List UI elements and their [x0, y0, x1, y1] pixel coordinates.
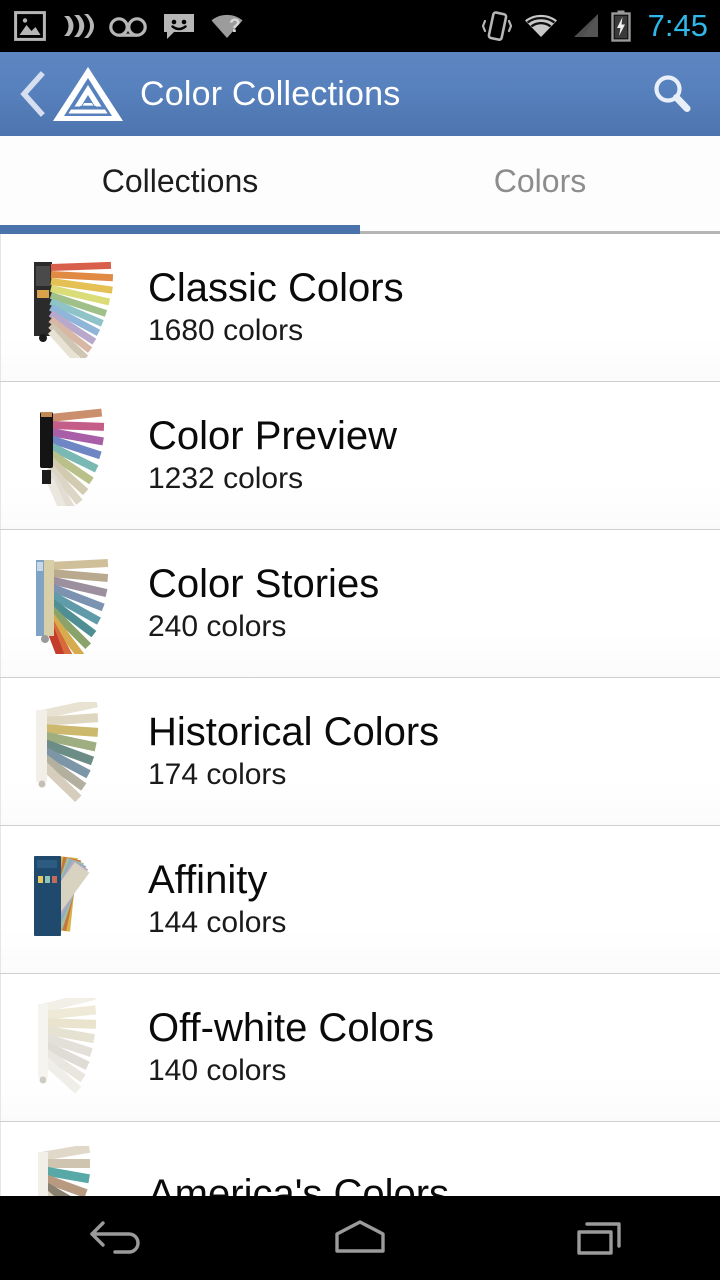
nav-home-button[interactable]	[285, 1196, 435, 1280]
collection-title: Off-white Colors	[148, 1006, 435, 1051]
benjamin-moore-triangle-logo	[53, 67, 123, 121]
list-item-text: Color Stories 240 colors	[148, 562, 379, 645]
list-item-text: Historical Colors 174 colors	[148, 710, 439, 793]
fan-deck-offwhite-thumbnail	[18, 994, 126, 1102]
status-bar-left-icons: ?	[14, 10, 244, 42]
vibrate-icon	[481, 11, 512, 42]
list-item[interactable]: Color Stories 240 colors	[0, 530, 720, 681]
android-navigation-bar	[0, 1196, 720, 1280]
tab-colors[interactable]: Colors	[360, 136, 720, 234]
wifi-signal-icon	[524, 14, 557, 37]
list-item-text: Affinity 144 colors	[148, 858, 286, 941]
list-item-text: Color Preview 1232 colors	[148, 414, 397, 497]
collection-title: Historical Colors	[148, 710, 440, 755]
list-item[interactable]: Historical Colors 174 colors	[0, 678, 720, 829]
collection-count: 240 colors	[148, 609, 287, 643]
collection-title: Color Stories	[148, 562, 380, 607]
fan-deck-preview-thumbnail	[18, 402, 126, 510]
tab-collections[interactable]: Collections	[0, 136, 360, 234]
status-bar-right-icons: 7:45	[481, 8, 708, 44]
list-item[interactable]: Classic Colors 1680 colors	[0, 234, 720, 385]
search-icon	[654, 75, 691, 112]
sms-smiley-icon	[164, 14, 194, 39]
tab-collections-indicator	[0, 225, 360, 234]
voicemail-icon	[109, 17, 147, 37]
search-button[interactable]	[646, 68, 698, 120]
nav-recents-button[interactable]	[525, 1196, 675, 1280]
list-item[interactable]: Color Preview 1232 colors	[0, 382, 720, 533]
recents-nav-icon	[577, 1222, 621, 1255]
image-icon	[14, 11, 46, 41]
sound-waves-icon	[64, 14, 94, 38]
list-item-text: Off-white Colors 140 colors	[148, 1006, 434, 1089]
list-item-text: Classic Colors 1680 colors	[148, 266, 404, 349]
list-item[interactable]: America's Colors	[0, 1122, 720, 1196]
collection-count: 140 colors	[148, 1053, 287, 1087]
battery-charging-icon	[610, 10, 631, 42]
collection-title: Classic Colors	[148, 266, 404, 311]
app-bar: Color Collections	[0, 52, 720, 136]
nav-back-button[interactable]	[45, 1196, 195, 1280]
tab-collections-label: Collections	[101, 163, 259, 199]
back-nav-icon	[90, 1221, 140, 1254]
collection-title: Affinity	[148, 858, 268, 903]
home-nav-icon	[335, 1220, 385, 1253]
tab-bar: Collections Colors	[0, 136, 720, 234]
list-item[interactable]: Affinity 144 colors	[0, 826, 720, 977]
fan-deck-affinity-thumbnail	[18, 846, 126, 954]
list-item-text: America's Colors	[148, 1172, 449, 1196]
collection-title: Color Preview	[148, 414, 397, 459]
collection-count: 1680 colors	[148, 313, 304, 347]
collections-list[interactable]: Classic Colors 1680 colors Color Preview…	[0, 234, 720, 1196]
fan-deck-classic-thumbnail	[18, 254, 126, 362]
collection-count: 1232 colors	[148, 461, 304, 495]
list-item[interactable]: Off-white Colors 140 colors	[0, 974, 720, 1125]
fan-deck-historical-thumbnail	[18, 698, 126, 806]
fan-deck-americas-thumbnail	[18, 1142, 126, 1196]
status-bar: ? 7:45	[0, 0, 720, 52]
collection-count: 174 colors	[148, 757, 287, 791]
wifi-question-icon: ?	[211, 14, 243, 38]
tab-colors-label: Colors	[493, 163, 587, 199]
svg-text:?: ?	[229, 16, 241, 37]
status-bar-clock: 7:45	[647, 8, 708, 43]
collection-title: America's Colors	[148, 1172, 450, 1196]
page-title: Color Collections	[140, 74, 401, 113]
fan-deck-stories-thumbnail	[18, 550, 126, 658]
cellular-signal-icon	[573, 14, 598, 37]
phone-screen: ? 7:45 Color Collections Collections Col…	[0, 0, 720, 1280]
collection-count: 144 colors	[148, 905, 287, 939]
back-chevron-icon[interactable]	[18, 71, 48, 117]
